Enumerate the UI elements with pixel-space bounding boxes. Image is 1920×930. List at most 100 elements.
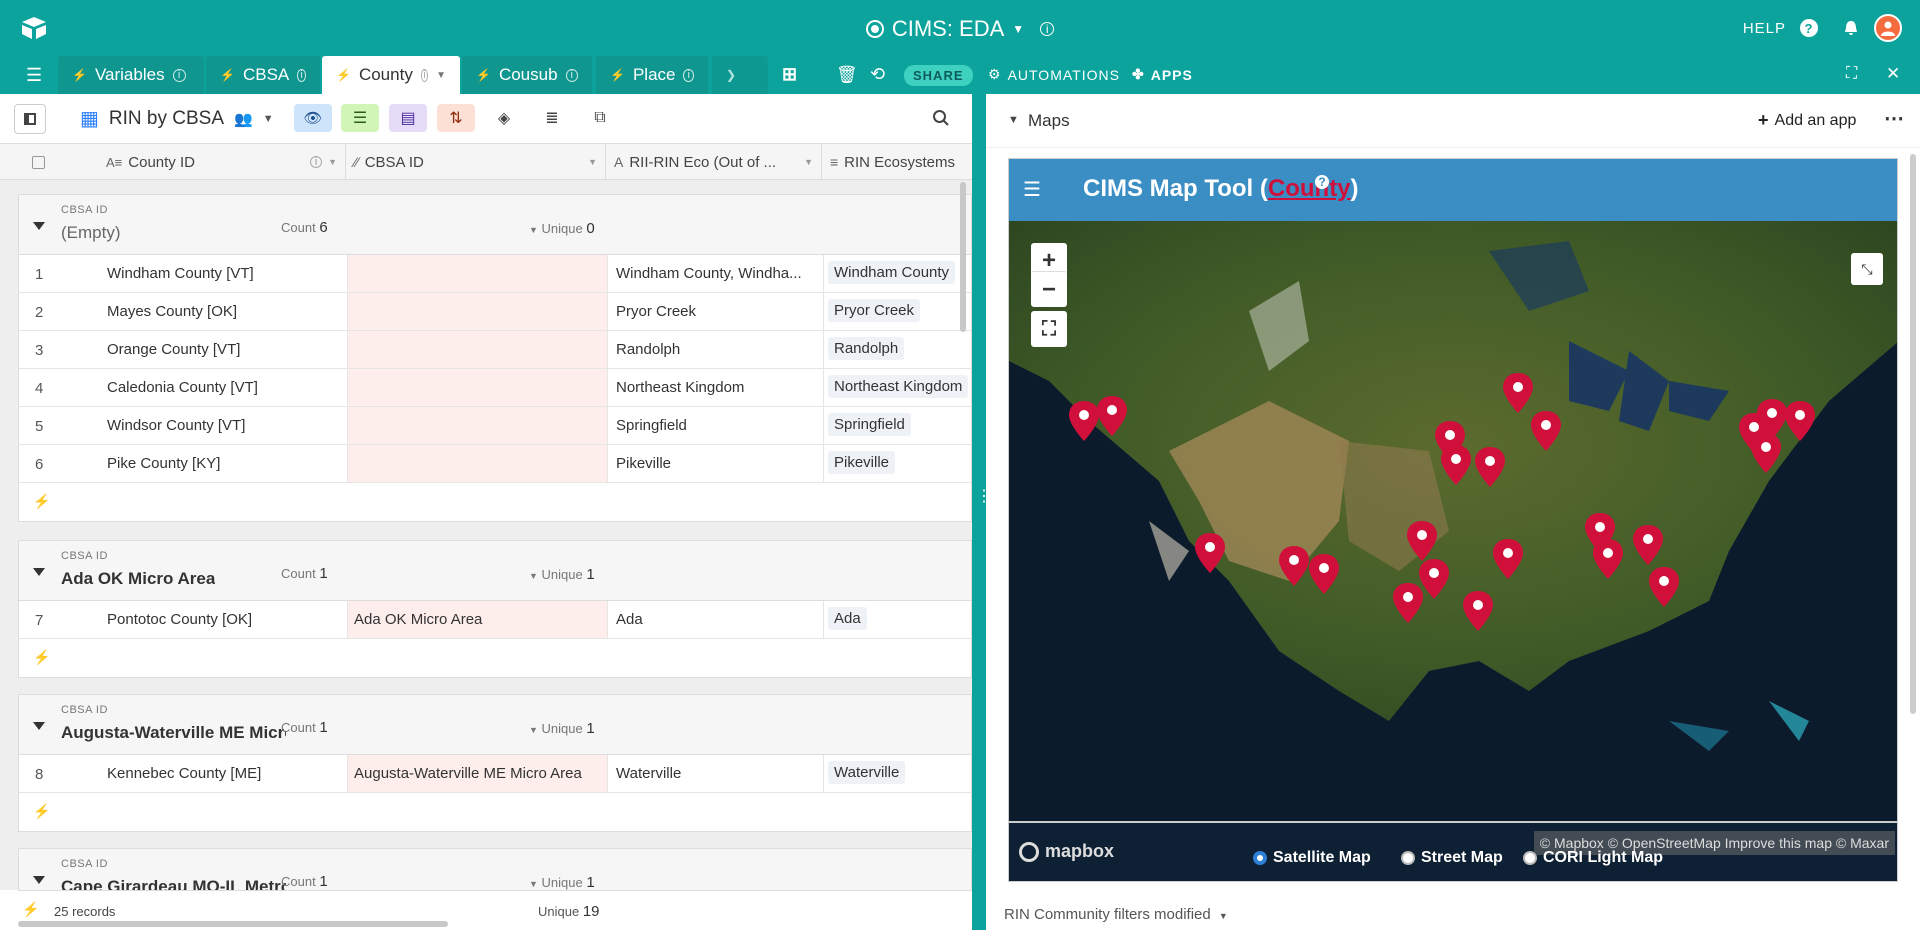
fullscreen-icon[interactable]: ⛶ [1846,65,1857,83]
zoom-out-button[interactable]: − [1031,271,1067,307]
column-header-county-id[interactable]: A≡ County ID i ▼ [98,144,346,180]
trash-icon[interactable]: 🗑 [836,65,858,85]
rii-rin-eco-cell[interactable]: Pryor Creek [607,293,823,330]
satellite-map-option[interactable]: Satellite Map [1253,849,1371,867]
tab-cbsa[interactable]: ⚡ CBSA i [206,56,320,94]
group-header[interactable]: CBSA ID Ada OK Micro Area Count 1 ▼ Uniq… [19,541,971,601]
chevron-down-icon[interactable]: ▼ [804,157,813,167]
filter-button[interactable]: ☰ [341,104,379,132]
add-table-icon[interactable]: ⊞ [782,64,797,85]
cori-light-map-option[interactable]: CORI Light Map [1523,849,1663,867]
hide-fields-button[interactable]: 👁 [294,104,332,132]
base-title[interactable]: CIMS: EDA ▼ i [0,16,1920,42]
info-icon[interactable]: i [565,68,578,82]
map-marker-icon[interactable] [1463,591,1493,631]
rin-ecosystems-cell[interactable]: Pikeville [823,445,972,482]
info-icon[interactable]: i [172,68,186,82]
more-options-icon[interactable]: ⋯ [1884,106,1904,131]
map-marker-icon[interactable] [1503,373,1533,413]
fullscreen-map-button[interactable]: ⛶ [1031,311,1067,347]
map-marker-icon[interactable] [1279,546,1309,586]
rii-rin-eco-cell[interactable]: Pikeville [607,445,823,482]
add-record-row[interactable]: ⚡ [19,483,971,521]
county-id-cell[interactable]: Caledonia County [VT] [107,379,347,396]
add-app-button[interactable]: + Add an app [1758,110,1856,131]
info-icon[interactable]: i [297,68,306,82]
color-button[interactable]: ◈ [485,104,523,132]
add-record-row[interactable]: ⚡ [19,793,971,831]
collapse-group-icon[interactable] [33,876,45,884]
county-id-cell[interactable]: Orange County [VT] [107,341,347,358]
apps-button[interactable]: ✤ APPS [1132,66,1193,83]
county-id-cell[interactable]: Kennebec County [ME] [107,765,347,782]
map-marker-icon[interactable] [1493,539,1523,579]
column-header-cbsa-id[interactable]: ⁄∕ CBSA ID ▼ [346,144,606,180]
map-legend-toggle[interactable]: ⤡ [1851,253,1883,285]
info-icon[interactable]: i [683,68,694,82]
group-header[interactable]: CBSA ID Cape Girardeau MO-IL Metro Area … [19,849,971,890]
panel-resize-handle[interactable]: ⋮ [972,94,992,930]
rii-rin-eco-cell[interactable]: Randolph [607,331,823,368]
mapbox-logo[interactable]: mapbox [1019,841,1114,862]
table-row[interactable]: 8 Kennebec County [ME] Augusta-Waterville … [19,755,971,793]
help-link[interactable]: HELP [1743,20,1786,37]
toggle-sidebar-button[interactable] [14,104,46,134]
map-marker-icon[interactable] [1751,433,1781,473]
county-id-cell[interactable]: Windsor County [VT] [107,417,347,434]
rin-ecosystems-cell[interactable]: Randolph [823,331,972,368]
column-header-rin-ecosystems[interactable]: ≡ RIN Ecosystems [822,144,972,180]
map-marker-icon[interactable] [1757,399,1787,439]
map-marker-icon[interactable] [1309,554,1339,594]
avatar[interactable] [1874,14,1902,42]
map-marker-icon[interactable] [1593,539,1623,579]
tab-county[interactable]: ⚡ County i ▼ [322,56,460,94]
map-marker-icon[interactable] [1419,559,1449,599]
collapse-dashboard-icon[interactable]: ▼ [1008,114,1019,126]
chevron-down-icon[interactable]: ▼ [436,70,446,81]
group-button[interactable]: ▤ [389,104,427,132]
search-button[interactable] [922,104,960,132]
rii-rin-eco-cell[interactable]: Ada [607,601,823,638]
table-row[interactable]: 7 Pontotoc County [OK] Ada OK Micro Area Ad… [19,601,971,639]
table-row[interactable]: 2 Mayes County [OK] Pryor Creek Pryor Creek [19,293,971,331]
tab-variables[interactable]: ⚡ Variables i [58,56,204,94]
rin-ecosystems-cell[interactable]: Windham County [823,255,972,292]
menu-icon[interactable]: ☰ [1023,177,1041,202]
sort-button[interactable]: ⇅ [437,104,475,132]
map-marker-icon[interactable] [1649,567,1679,607]
rin-ecosystems-cell[interactable]: Ada [823,601,972,638]
table-row[interactable]: 3 Orange County [VT] Randolph Randolph [19,331,971,369]
bolt-icon[interactable]: ⚡ [22,901,39,918]
map-marker-icon[interactable] [1633,525,1663,565]
table-row[interactable]: 1 Windham County [VT] Windham County, Wind… [19,255,971,293]
add-record-row[interactable]: ⚡ [19,639,971,677]
share-button[interactable]: SHARE [904,65,973,86]
street-map-option[interactable]: Street Map [1401,849,1503,867]
cbsa-id-cell[interactable] [347,255,607,292]
cbsa-id-cell[interactable]: Augusta-Waterville ME Micro Area [347,755,607,792]
rii-rin-eco-cell[interactable]: Springfield [607,407,823,444]
cbsa-id-cell[interactable] [347,331,607,368]
tab-place[interactable]: ⚡ Place i [596,56,708,94]
select-all-checkbox[interactable] [32,155,45,169]
map-marker-icon[interactable] [1475,447,1505,487]
share-view-button[interactable]: ⧉ [581,104,619,132]
help-icon[interactable]: ? [1800,19,1818,37]
map-marker-icon[interactable] [1393,583,1423,623]
map-marker-icon[interactable] [1441,445,1471,485]
collapse-group-icon[interactable] [33,568,45,576]
dashboard-title[interactable]: Maps [1028,111,1070,131]
filters-status[interactable]: RIN Community filters modified ▼ [1004,906,1228,923]
info-icon[interactable]: i [1040,22,1055,36]
close-icon[interactable]: ✕ [1886,64,1900,84]
table-row[interactable]: 6 Pike County [KY] Pikeville Pikeville [19,445,971,483]
map-marker-icon[interactable] [1097,396,1127,436]
view-switcher[interactable]: ▦ RIN by CBSA 👥 ▼ [80,106,274,131]
map-marker-icon[interactable] [1195,533,1225,573]
rin-ecosystems-cell[interactable]: Northeast Kingdom [823,369,972,406]
map-marker-icon[interactable] [1407,521,1437,561]
county-id-cell[interactable]: Windham County [VT] [107,265,347,282]
group-header[interactable]: CBSA ID Augusta-Waterville ME Micro Area… [19,695,971,755]
county-id-cell[interactable]: Pontotoc County [OK] [107,611,347,628]
cbsa-id-cell[interactable] [347,445,607,482]
